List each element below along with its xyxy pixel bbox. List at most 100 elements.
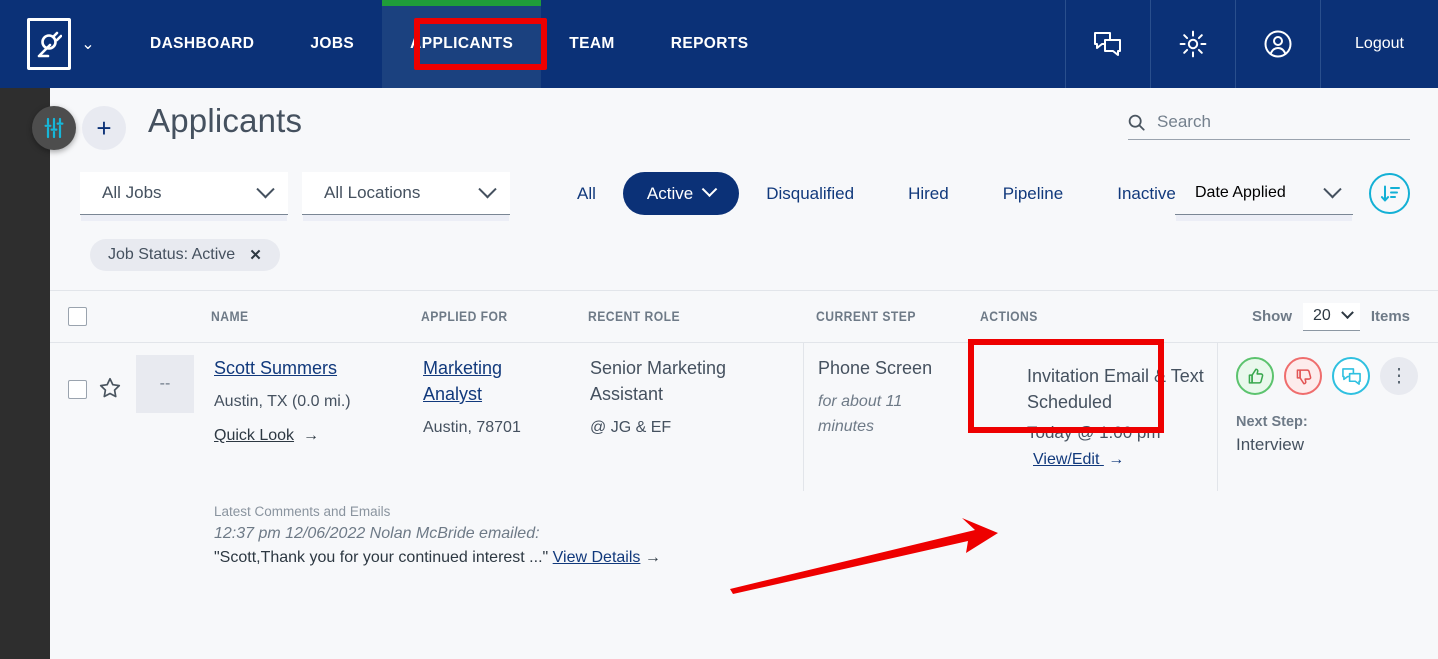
tab-active[interactable]: Active <box>622 172 740 215</box>
plug-logo-icon <box>27 18 72 70</box>
jobs-filter-value: All Jobs <box>102 183 162 202</box>
filter-chip[interactable]: Job Status: Active ✕ <box>90 239 280 271</box>
jobs-filter-select[interactable]: All Jobs <box>80 172 288 215</box>
user-account-icon[interactable] <box>1235 0 1320 88</box>
nav-item-dashboard[interactable]: DASHBOARD <box>122 0 282 88</box>
chevron-down-icon <box>1323 179 1342 198</box>
next-step-label: Next Step: <box>1236 414 1308 430</box>
view-details-link[interactable]: View Details <box>553 549 641 566</box>
tab-pipeline[interactable]: Pipeline <box>976 172 1091 215</box>
status-tabs: All Active Disqualified Hired Pipeline I… <box>550 172 1203 215</box>
nav-label: JOBS <box>310 35 355 52</box>
column-divider <box>1217 343 1218 491</box>
search-icon <box>1128 114 1145 131</box>
action-time-text: Today @ 1:00 pm <box>1027 423 1161 442</box>
more-options-icon[interactable]: ⋮ <box>1380 357 1418 395</box>
applied-for-link[interactable]: Marketing Analyst <box>423 355 563 407</box>
current-step-value: Phone Screen <box>818 358 933 378</box>
cell-name: Scott Summers Austin, TX (0.0 mi.) Quick… <box>214 355 409 445</box>
select-all-checkbox[interactable] <box>68 307 87 326</box>
nav-item-applicants[interactable]: APPLICANTS <box>382 0 542 88</box>
logo-zone[interactable]: ⌄ <box>0 0 122 88</box>
tab-label: Pipeline <box>1002 183 1064 203</box>
latest-comments-block: Latest Comments and Emails 12:37 pm 12/0… <box>214 501 661 570</box>
applicant-name-link[interactable]: Scott Summers <box>214 355 409 381</box>
sort-direction-button[interactable] <box>1369 173 1410 214</box>
favorite-star-icon[interactable] <box>98 376 122 400</box>
logout-button[interactable]: Logout <box>1320 0 1438 88</box>
sort-descending-icon <box>1380 185 1400 201</box>
logo-chevron-down-icon[interactable]: ⌄ <box>81 37 94 53</box>
applied-for-location: Austin, 78701 <box>423 419 521 436</box>
row-action-buttons: ⋮ <box>1236 357 1418 395</box>
column-header-actions: ACTIONS <box>980 309 1038 324</box>
tab-disqualified[interactable]: Disqualified <box>739 172 881 215</box>
page-root: ⌄ DASHBOARD JOBS APPLICANTS TEAM REPORTS <box>0 0 1438 659</box>
tab-label: Active <box>646 183 694 203</box>
page-size-value: 20 <box>1313 306 1331 324</box>
nav-item-jobs[interactable]: JOBS <box>282 0 382 88</box>
quick-look-link[interactable]: Quick Look <box>214 427 294 444</box>
next-step-value: Interview <box>1236 435 1305 454</box>
column-divider <box>803 343 804 491</box>
search-bar[interactable] <box>1128 112 1410 140</box>
locations-filter-value: All Locations <box>324 183 421 202</box>
tab-label: Disqualified <box>766 183 855 203</box>
add-button-label: + <box>96 113 112 143</box>
sort-field-select[interactable]: Date Applied <box>1175 172 1353 215</box>
cell-applied-for: Marketing Analyst Austin, 78701 <box>423 355 563 441</box>
add-applicant-button[interactable]: + <box>82 106 126 150</box>
arrow-right-icon: → <box>644 549 661 566</box>
nav-label: REPORTS <box>670 35 749 52</box>
nav-items: DASHBOARD JOBS APPLICANTS TEAM REPORTS <box>122 0 776 88</box>
close-icon[interactable]: ✕ <box>249 246 262 264</box>
sort-field-value: Date Applied <box>1195 184 1286 201</box>
nav-item-team[interactable]: TEAM <box>541 0 643 88</box>
page-title: Applicants <box>148 102 303 139</box>
active-filter-chips: Job Status: Active ✕ <box>50 234 1438 290</box>
next-step-block: Next Step: Interview <box>1236 411 1308 457</box>
cell-actions: Invitation Email & Text Scheduled Today … <box>1025 359 1211 451</box>
comments-heading: Latest Comments and Emails <box>214 504 391 519</box>
filters-toggle-button[interactable] <box>32 106 76 150</box>
left-rail <box>0 88 50 659</box>
applicant-location: Austin, TX (0.0 mi.) <box>214 393 351 410</box>
logout-label: Logout <box>1355 35 1404 52</box>
current-step-duration: for about 11 minutes <box>818 393 903 435</box>
thumbs-down-icon[interactable] <box>1284 357 1322 395</box>
tab-label: All <box>577 183 596 203</box>
recent-role-company: @ JG & EF <box>590 419 672 436</box>
column-header-applied-for: APPLIED FOR <box>421 309 508 324</box>
sort-controls: Date Applied <box>1175 172 1410 215</box>
comments-body-row: "Scott,Thank you for your continued inte… <box>214 546 661 570</box>
action-status-text: Invitation Email & Text Scheduled <box>1027 366 1204 412</box>
page-size-select[interactable]: 20 <box>1303 302 1360 331</box>
comments-meta: 12:37 pm 12/06/2022 Nolan McBride emaile… <box>214 525 540 542</box>
search-input[interactable] <box>1157 112 1410 132</box>
arrow-right-icon: → <box>298 427 319 444</box>
tab-label: Inactive <box>1117 183 1176 203</box>
nav-item-reports[interactable]: REPORTS <box>643 0 777 88</box>
top-navigation-bar: ⌄ DASHBOARD JOBS APPLICANTS TEAM REPORTS <box>0 0 1438 88</box>
thumbs-up-icon[interactable] <box>1236 357 1274 395</box>
gear-icon[interactable] <box>1150 0 1235 88</box>
view-edit-link-wrap[interactable]: View/Edit → <box>1033 451 1124 469</box>
sliders-icon <box>44 117 64 139</box>
items-label: Items <box>1370 308 1410 325</box>
pagination-size-control: Show 20 Items <box>1252 302 1410 331</box>
tab-hired[interactable]: Hired <box>881 172 976 215</box>
nav-label: DASHBOARD <box>150 35 255 52</box>
row-select-checkbox[interactable] <box>68 380 87 399</box>
column-header-recent-role: RECENT ROLE <box>588 309 681 324</box>
locations-filter-select[interactable]: All Locations <box>302 172 510 215</box>
tab-label: Hired <box>908 183 949 203</box>
show-label: Show <box>1252 308 1293 325</box>
chevron-down-icon <box>701 181 718 198</box>
cell-recent-role: Senior Marketing Assistant @ JG & EF <box>590 355 775 441</box>
tab-all[interactable]: All <box>550 172 623 215</box>
filters-row: All Jobs All Locations All Active Disqua… <box>50 172 1438 234</box>
chat-icon[interactable] <box>1332 357 1370 395</box>
view-edit-link: View/Edit <box>1033 451 1100 468</box>
chevron-down-icon <box>256 179 275 198</box>
messages-icon[interactable] <box>1065 0 1150 88</box>
